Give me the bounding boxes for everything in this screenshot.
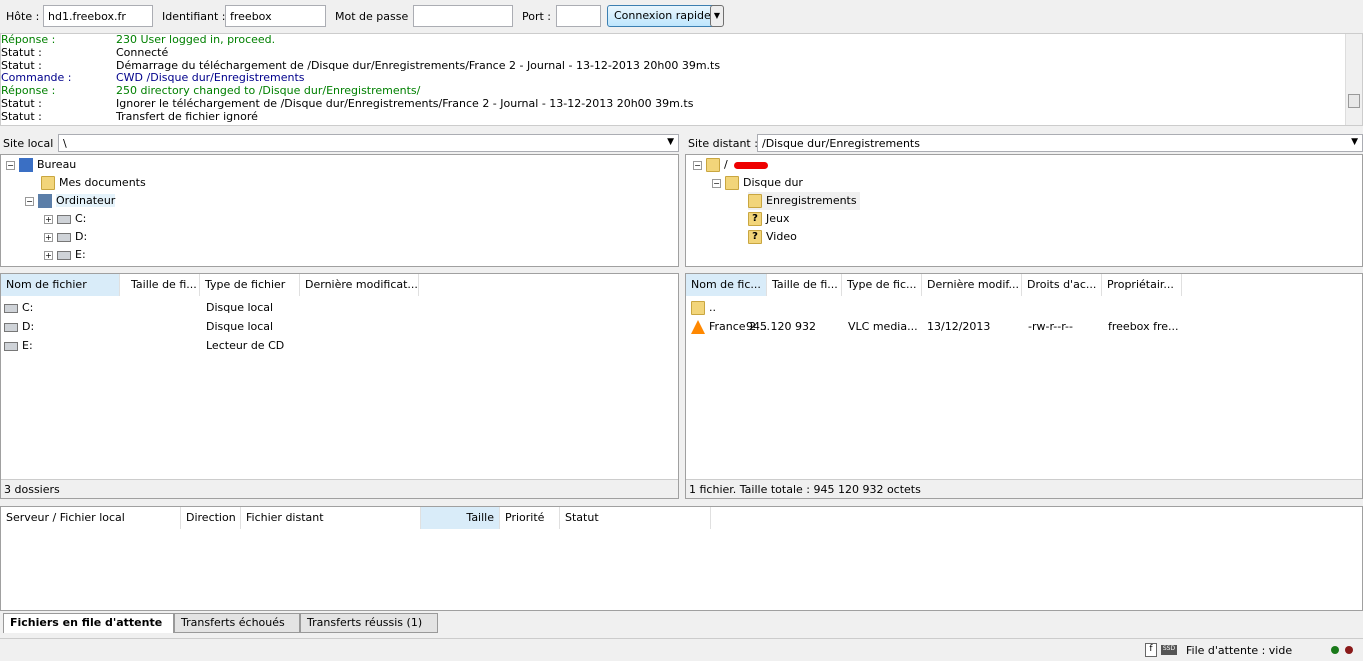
log-message: Transfert de fichier ignoré (116, 109, 258, 123)
remote-file-list: Nom de fic... Taille de fi... Type de fi… (685, 273, 1363, 499)
tree-item-jeux[interactable]: ? Jeux (748, 210, 790, 228)
local-file-list: Nom de fichier Taille de fi... Type de f… (0, 273, 679, 499)
quick-connect-dropdown[interactable]: ▼ (710, 5, 724, 27)
upload-led-icon (1331, 646, 1339, 654)
tree-item-c[interactable]: + C: (44, 210, 86, 228)
download-led-icon (1345, 646, 1353, 654)
user-input[interactable] (225, 5, 326, 27)
user-label: Identifiant : (162, 10, 226, 23)
vlc-icon (691, 320, 705, 334)
file-row[interactable]: C: Disque local (4, 298, 674, 317)
chevron-down-icon: ▼ (667, 137, 674, 147)
tree-item-ordinateur[interactable]: − Ordinateur (25, 192, 116, 210)
drive-icon (57, 232, 71, 242)
column-header-size[interactable]: Taille (421, 507, 500, 529)
file-row[interactable]: France 2 ... 945 120 932 VLC media... 13/12… (691, 317, 1361, 336)
drive-icon (4, 303, 18, 313)
sync-icon[interactable]: SSD (1161, 645, 1177, 655)
filter-icon[interactable]: f (1145, 643, 1157, 657)
transfer-queue: Serveur / Fichier local Direction Fichie… (0, 506, 1363, 611)
cd-drive-icon (57, 250, 71, 260)
tree-item-e[interactable]: + E: (44, 246, 86, 264)
queue-status: File d'attente : vide (1186, 644, 1293, 657)
folder-icon (725, 176, 739, 190)
log-type: Statut : (1, 96, 42, 110)
log-message: 230 User logged in, proceed. (116, 33, 276, 46)
tab-queued[interactable]: Fichiers en file d'attente (3, 613, 174, 633)
computer-icon (38, 194, 52, 208)
log-line: Statut : Ignorer le téléchargement de /Di… (1, 96, 1362, 111)
port-label: Port : (522, 10, 552, 23)
quick-connect-button[interactable]: Connexion rapide (607, 5, 718, 27)
column-header-remote-file[interactable]: Fichier distant (241, 507, 421, 529)
column-header-type[interactable]: Type de fichier (200, 274, 300, 296)
column-header-priority[interactable]: Priorité (500, 507, 560, 529)
local-status: 3 dossiers (1, 479, 678, 498)
host-label: Hôte : (6, 10, 40, 23)
drive-icon (57, 214, 71, 224)
log-type: Statut : (1, 45, 42, 59)
log-scrollbar[interactable] (1345, 34, 1362, 125)
password-input[interactable] (413, 5, 513, 27)
column-header-modified[interactable]: Dernière modif... (922, 274, 1022, 296)
log-line: Statut : Transfert de fichier ignoré (1, 109, 1362, 124)
column-header-name[interactable]: Nom de fic... (686, 274, 767, 296)
port-input[interactable] (556, 5, 601, 27)
chevron-down-icon: ▼ (1351, 137, 1358, 147)
file-row[interactable]: D: Disque local (4, 317, 674, 336)
file-row[interactable]: E: Lecteur de CD (4, 336, 674, 355)
drive-icon (4, 322, 18, 332)
unknown-folder-icon: ? (748, 230, 762, 244)
desktop-icon (19, 158, 33, 172)
local-path: \ (63, 137, 67, 150)
cd-drive-icon (4, 341, 18, 351)
tab-successful[interactable]: Transferts réussis (1) (300, 613, 438, 633)
red-arrow-annotation (733, 161, 768, 169)
unknown-folder-icon: ? (748, 212, 762, 226)
tree-item-disque-dur[interactable]: − Disque dur (712, 174, 803, 192)
column-header-type[interactable]: Type de fic... (842, 274, 922, 296)
log-type: Réponse : (1, 33, 56, 46)
column-header-status[interactable]: Statut (560, 507, 711, 529)
log-message: Ignorer le téléchargement de /Disque dur… (116, 96, 694, 110)
local-site-bar: Site local : \ ▼ (0, 133, 679, 153)
folder-icon (706, 158, 720, 172)
column-header-owner[interactable]: Propriétair... (1102, 274, 1182, 296)
remote-status: 1 fichier. Taille totale : 945 120 932 o… (686, 479, 1362, 498)
tree-item-d[interactable]: + D: (44, 228, 87, 246)
folder-icon (691, 301, 705, 315)
tree-item-enregistrements[interactable]: Enregistrements (748, 192, 860, 210)
column-header-size[interactable]: Taille de fi... (767, 274, 842, 296)
log-message: Connecté (116, 45, 169, 59)
local-path-combo[interactable]: \ ▼ (58, 134, 679, 152)
log-line: Réponse : 230 User logged in, proceed. (1, 33, 1362, 47)
tree-item-bureau[interactable]: − Bureau (6, 156, 76, 174)
host-input[interactable] (43, 5, 153, 27)
column-header-size[interactable]: Taille de fi... (126, 274, 200, 296)
column-header-direction[interactable]: Direction (181, 507, 241, 529)
log-type: Statut : (1, 109, 42, 123)
password-label: Mot de passe : (335, 10, 416, 23)
message-log: Réponse :230 User logged in, proceed. Sta… (0, 33, 1363, 126)
tree-item-root[interactable]: − / (693, 156, 768, 174)
file-row-parent[interactable]: .. (691, 298, 1361, 317)
remote-site-label: Site distant : (688, 137, 758, 150)
local-site-label: Site local : (3, 137, 61, 150)
remote-tree: − / − Disque dur Enregistrements ? Jeux ? Vi… (685, 154, 1363, 267)
tree-item-video[interactable]: ? Video (748, 228, 797, 246)
remote-path-combo[interactable]: /Disque dur/Enregistrements ▼ (757, 134, 1363, 152)
tree-item-documents[interactable]: Mes documents (41, 174, 146, 192)
column-header-server[interactable]: Serveur / Fichier local (1, 507, 181, 529)
remote-site-bar: Site distant : /Disque dur/Enregistremen… (685, 133, 1363, 153)
column-header-name[interactable]: Nom de fichier (1, 274, 120, 296)
status-bar: f SSD File d'attente : vide (0, 638, 1363, 661)
log-line: Statut : Connecté (1, 45, 1362, 60)
folder-icon (41, 176, 55, 190)
column-header-permissions[interactable]: Droits d'ac... (1022, 274, 1102, 296)
folder-icon (748, 194, 762, 208)
column-header-modified[interactable]: Dernière modificat... (300, 274, 419, 296)
tab-failed[interactable]: Transferts échoués (174, 613, 300, 633)
remote-path: /Disque dur/Enregistrements (762, 137, 920, 150)
local-tree: − Bureau Mes documents − Ordinateur + C: + D… (0, 154, 679, 267)
